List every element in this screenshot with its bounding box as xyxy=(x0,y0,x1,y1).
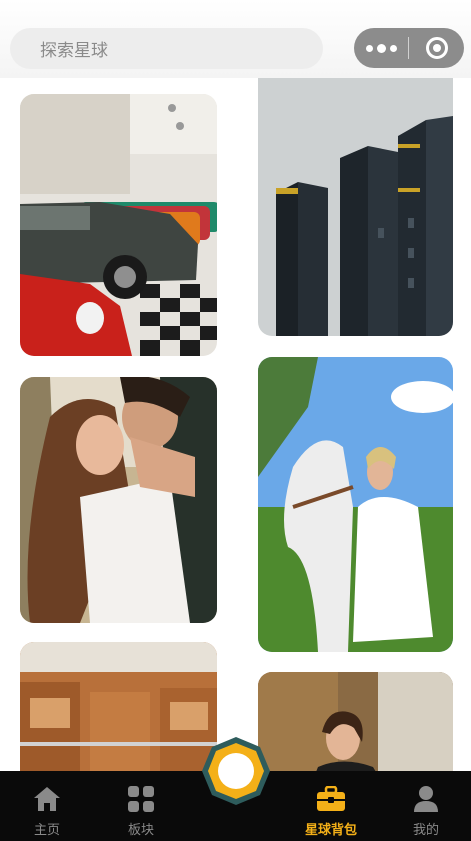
woman-portrait-photo[interactable] xyxy=(258,672,453,772)
dark-building-photo[interactable] xyxy=(258,78,453,336)
tab-me[interactable]: 我的 xyxy=(391,771,461,841)
target-circle-icon[interactable] xyxy=(409,28,464,68)
interior-photo[interactable] xyxy=(20,642,217,772)
center-planet-button[interactable] xyxy=(200,735,272,807)
home-icon xyxy=(32,785,62,813)
tab-sections-label: 板块 xyxy=(127,822,154,837)
tab-sections[interactable]: 板块 xyxy=(106,771,176,841)
tab-home-label: 主页 xyxy=(33,822,60,837)
top-bar: 探索星球 xyxy=(0,0,471,78)
user-icon xyxy=(411,785,441,813)
horse-woman-photo[interactable] xyxy=(258,357,453,652)
briefcase-icon xyxy=(316,785,346,813)
tab-me-label: 我的 xyxy=(412,822,439,837)
more-dots-icon[interactable] xyxy=(354,28,408,68)
tab-home[interactable]: 主页 xyxy=(12,771,82,841)
tab-backpack-label: 星球背包 xyxy=(304,822,357,837)
mini-program-capsule xyxy=(354,28,464,68)
search-input[interactable]: 探索星球 xyxy=(10,28,323,69)
couple-photo[interactable] xyxy=(20,377,217,623)
tab-backpack[interactable]: 星球背包 xyxy=(296,771,366,841)
grid-icon xyxy=(126,785,156,813)
vintage-cars-photo[interactable] xyxy=(20,94,217,356)
octagon-ring-icon xyxy=(202,737,270,805)
search-placeholder: 探索星球 xyxy=(40,41,108,60)
